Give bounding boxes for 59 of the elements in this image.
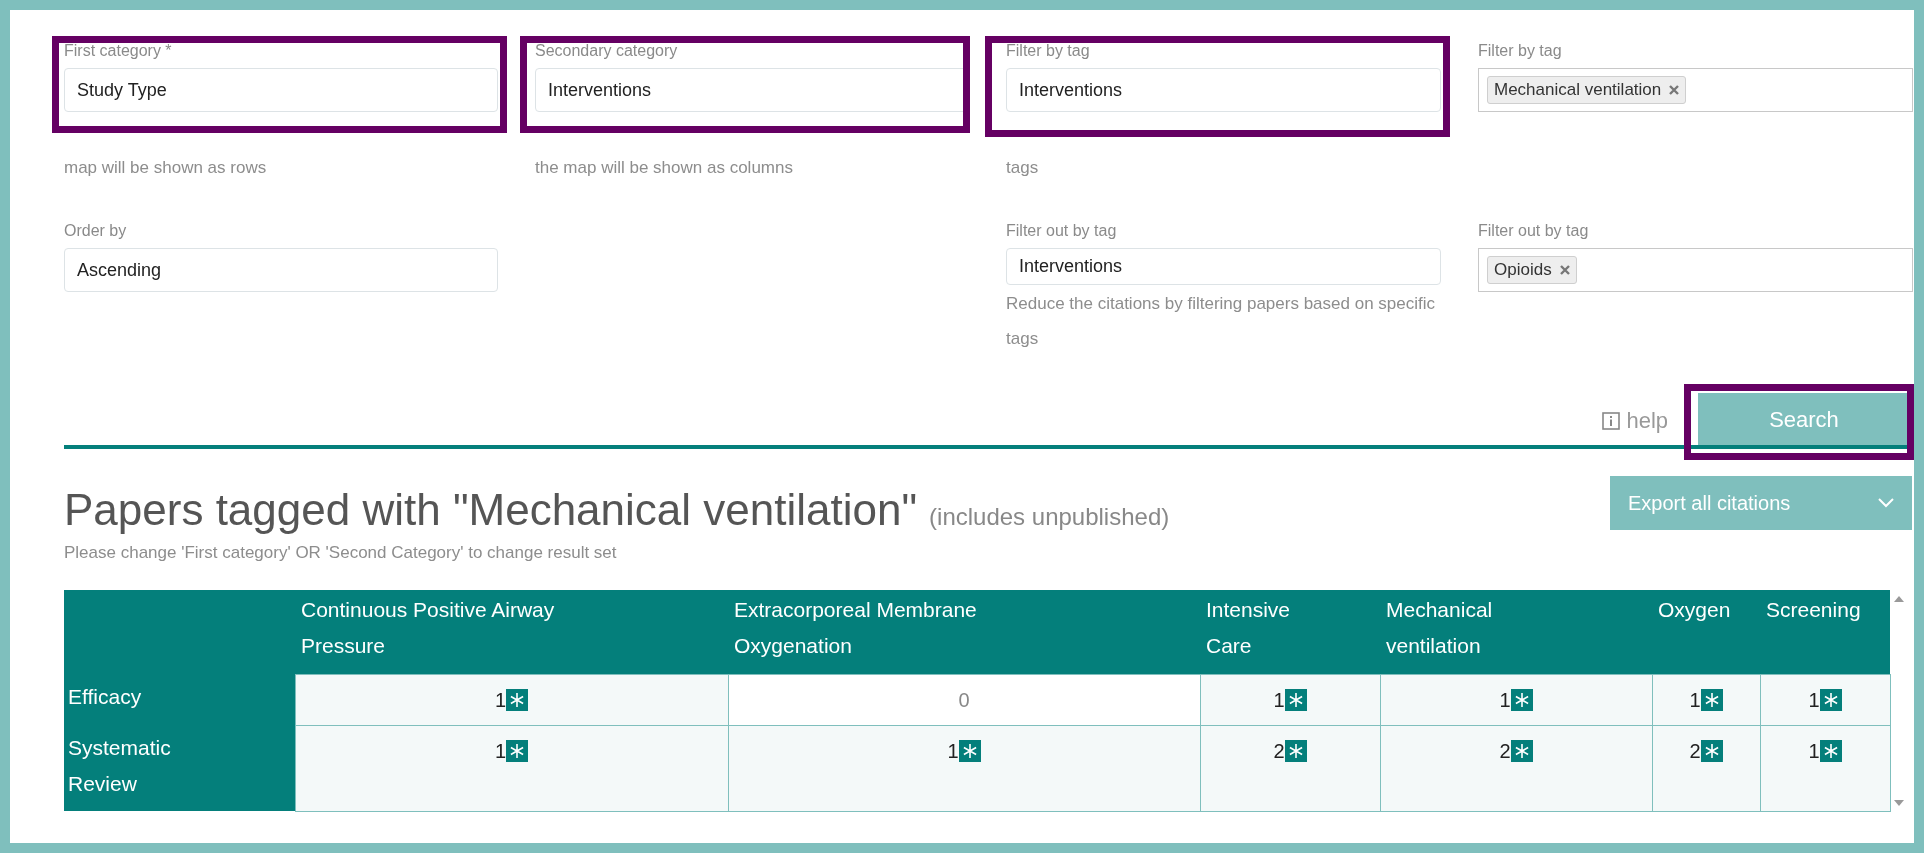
table-cell: 1 <box>1652 674 1760 726</box>
close-icon[interactable] <box>1669 85 1680 95</box>
asterisk-icon[interactable] <box>1510 689 1533 712</box>
chevron-down-icon <box>1878 498 1894 508</box>
scroll-down-icon[interactable] <box>1893 799 1904 806</box>
field-label: Filter out by tag <box>1478 221 1590 241</box>
table-cell: 2 <box>1200 725 1380 811</box>
field-label: Order by <box>64 221 128 241</box>
info-icon <box>1602 411 1621 430</box>
asterisk-icon[interactable] <box>1284 740 1307 763</box>
asterisk-icon[interactable] <box>958 740 981 763</box>
column-header: Oxygen <box>1658 596 1732 623</box>
column-header: Screening <box>1766 596 1862 623</box>
asterisk-icon[interactable] <box>506 740 529 763</box>
table-cell: 1 <box>295 725 728 811</box>
tag-chip[interactable]: Mechanical ventilation <box>1487 76 1687 104</box>
results-title: Papers tagged with "Mechanical ventilation" <box>64 484 918 536</box>
table-cell: 1 <box>1760 674 1890 726</box>
table-cell: 2 <box>1380 725 1652 811</box>
table-cell: 1 <box>1200 674 1380 726</box>
asterisk-icon[interactable] <box>1510 740 1533 763</box>
field-label: Secondary category <box>535 41 679 61</box>
table-cell: 2 <box>1652 725 1760 811</box>
select-field[interactable]: Study Type <box>64 68 498 112</box>
asterisk-icon[interactable] <box>1284 689 1307 712</box>
table-cell: 1 <box>295 674 728 726</box>
tag-field[interactable]: Mechanical ventilation <box>1478 68 1913 112</box>
column-header: Continuous Positive Airway Pressure <box>301 596 556 659</box>
help-text: tags <box>1006 157 1040 179</box>
row-header: Efficacy <box>68 683 143 710</box>
help-text: Reduce the citations by filtering papers based on specific tags <box>1006 293 1437 350</box>
table-cell: 0 <box>728 674 1200 726</box>
field-label: Filter by tag <box>1006 41 1091 61</box>
select-field[interactable]: Interventions <box>1006 68 1441 112</box>
asterisk-icon[interactable] <box>1700 689 1723 712</box>
field-label: Filter by tag <box>1478 41 1563 61</box>
select-field[interactable]: Interventions <box>1006 248 1441 285</box>
asterisk-icon[interactable] <box>1700 740 1723 763</box>
tag-field[interactable]: Opioids <box>1478 248 1913 292</box>
field-label: First category * <box>64 41 173 61</box>
hint-text: Please change 'First category' OR 'Second Category' to change result set <box>64 542 618 564</box>
table-cell: 1 <box>1760 725 1890 811</box>
asterisk-icon[interactable] <box>506 689 529 712</box>
column-header: Mechanical ventilation <box>1386 596 1494 659</box>
title-note: (includes unpublished) <box>929 502 1170 532</box>
close-icon[interactable] <box>1559 265 1570 275</box>
column-header: Extracorporeal Membrane Oxygenation <box>734 596 978 659</box>
scroll-up-icon[interactable] <box>1893 595 1904 602</box>
asterisk-icon[interactable] <box>1819 689 1842 712</box>
column-header: Intensive Care <box>1206 596 1292 659</box>
field-label: Filter out by tag <box>1006 221 1118 241</box>
table-cell: 1 <box>728 725 1200 811</box>
asterisk-icon[interactable] <box>1819 740 1842 763</box>
tag-chip[interactable]: Opioids <box>1487 256 1577 284</box>
help-text: map will be shown as rows <box>64 157 268 179</box>
table-cell: 1 <box>1380 674 1652 726</box>
help-text: the map will be shown as columns <box>535 157 794 179</box>
row-header: Systematic Review <box>68 734 172 797</box>
select-field[interactable]: Ascending <box>64 248 498 292</box>
